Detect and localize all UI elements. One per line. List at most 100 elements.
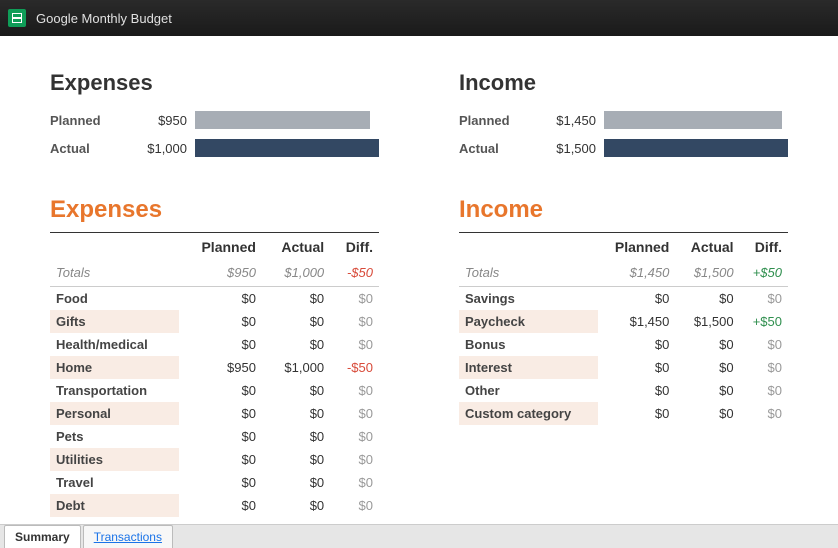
row-actual: $0 — [262, 494, 330, 517]
income-planned-bar — [604, 111, 782, 129]
row-planned: $0 — [179, 402, 262, 425]
income-planned-label: Planned — [459, 113, 549, 128]
expenses-planned-row: Planned $950 — [50, 108, 379, 132]
row-label: Custom category — [459, 402, 598, 425]
income-planned-value: $1,450 — [549, 113, 604, 128]
row-actual: $0 — [262, 402, 330, 425]
sheet-tabs: Summary Transactions — [0, 524, 838, 548]
right-column: Income Planned $1,450 Actual $1,500 Inco… — [459, 70, 788, 517]
row-diff: $0 — [740, 402, 788, 425]
income-actual-value: $1,500 — [549, 141, 604, 156]
table-row[interactable]: Personal$0$0$0 — [50, 402, 379, 425]
row-actual: $0 — [262, 310, 330, 333]
table-row[interactable]: Gifts$0$0$0 — [50, 310, 379, 333]
expenses-actual-label: Actual — [50, 141, 140, 156]
row-actual: $0 — [675, 333, 739, 356]
row-actual: $0 — [675, 379, 739, 402]
expenses-actual-bar — [195, 139, 379, 157]
table-row[interactable]: Savings$0$0$0 — [459, 287, 788, 311]
row-label: Home — [50, 356, 179, 379]
table-row[interactable]: Health/medical$0$0$0 — [50, 333, 379, 356]
divider — [50, 232, 379, 233]
table-row[interactable]: Other$0$0$0 — [459, 379, 788, 402]
income-actual-track — [604, 139, 788, 157]
row-label: Personal — [50, 402, 179, 425]
row-label: Transportation — [50, 379, 179, 402]
row-planned: $0 — [179, 494, 262, 517]
tab-transactions[interactable]: Transactions — [83, 525, 173, 548]
expenses-planned-bar — [195, 111, 370, 129]
row-actual: $1,000 — [262, 356, 330, 379]
row-planned: $0 — [598, 356, 676, 379]
row-diff: $0 — [330, 494, 379, 517]
table-row[interactable]: Interest$0$0$0 — [459, 356, 788, 379]
tab-summary[interactable]: Summary — [4, 525, 81, 548]
table-row[interactable]: Travel$0$0$0 — [50, 471, 379, 494]
table-row[interactable]: Food$0$0$0 — [50, 287, 379, 311]
row-label: Travel — [50, 471, 179, 494]
income-header-row: Planned Actual Diff. — [459, 235, 788, 261]
table-row[interactable]: Custom category$0$0$0 — [459, 402, 788, 425]
expenses-actual-track — [195, 139, 379, 157]
expenses-header-planned: Planned — [179, 235, 262, 261]
totals-label: Totals — [459, 261, 598, 287]
row-diff: $0 — [740, 333, 788, 356]
income-bar-block: Income Planned $1,450 Actual $1,500 — [459, 70, 788, 160]
row-label: Other — [459, 379, 598, 402]
expenses-header-diff: Diff. — [330, 235, 379, 261]
row-label: Debt — [50, 494, 179, 517]
divider — [459, 232, 788, 233]
income-header-planned: Planned — [598, 235, 676, 261]
income-bar-title: Income — [459, 70, 788, 96]
table-row[interactable]: Bonus$0$0$0 — [459, 333, 788, 356]
row-planned: $0 — [179, 310, 262, 333]
titlebar: Google Monthly Budget — [0, 0, 838, 36]
expenses-bar-block: Expenses Planned $950 Actual $1,000 — [50, 70, 379, 160]
row-diff: $0 — [330, 379, 379, 402]
row-planned: $950 — [179, 356, 262, 379]
row-label: Food — [50, 287, 179, 311]
table-row[interactable]: Debt$0$0$0 — [50, 494, 379, 517]
row-diff: $0 — [330, 425, 379, 448]
window-title: Google Monthly Budget — [36, 11, 172, 26]
income-planned-track — [604, 111, 788, 129]
content-area: Expenses Planned $950 Actual $1,000 Expe… — [0, 36, 838, 517]
expenses-planned-value: $950 — [140, 113, 195, 128]
row-label: Interest — [459, 356, 598, 379]
expenses-header-actual: Actual — [262, 235, 330, 261]
totals-row: Totals$1,450$1,500+$50 — [459, 261, 788, 287]
row-planned: $0 — [179, 287, 262, 311]
expenses-actual-value: $1,000 — [140, 141, 195, 156]
row-diff: $0 — [740, 356, 788, 379]
blank-header — [50, 235, 179, 261]
totals-actual: $1,500 — [675, 261, 739, 287]
income-actual-row: Actual $1,500 — [459, 136, 788, 160]
table-row[interactable]: Utilities$0$0$0 — [50, 448, 379, 471]
table-row[interactable]: Paycheck$1,450$1,500+$50 — [459, 310, 788, 333]
table-row[interactable]: Pets$0$0$0 — [50, 425, 379, 448]
row-planned: $1,450 — [598, 310, 676, 333]
row-diff: $0 — [740, 379, 788, 402]
totals-diff: +$50 — [740, 261, 788, 287]
row-planned: $0 — [179, 425, 262, 448]
row-planned: $0 — [598, 379, 676, 402]
row-label: Pets — [50, 425, 179, 448]
row-planned: $0 — [179, 448, 262, 471]
table-row[interactable]: Transportation$0$0$0 — [50, 379, 379, 402]
income-table: Planned Actual Diff. Totals$1,450$1,500+… — [459, 235, 788, 425]
row-diff: $0 — [330, 402, 379, 425]
row-label: Savings — [459, 287, 598, 311]
table-row[interactable]: Home$950$1,000-$50 — [50, 356, 379, 379]
row-actual: $0 — [262, 448, 330, 471]
row-diff: $0 — [330, 287, 379, 311]
row-actual: $0 — [675, 356, 739, 379]
row-diff: -$50 — [330, 356, 379, 379]
totals-planned: $950 — [179, 261, 262, 287]
blank-header — [459, 235, 598, 261]
row-label: Paycheck — [459, 310, 598, 333]
row-actual: $0 — [262, 379, 330, 402]
totals-diff: -$50 — [330, 261, 379, 287]
row-diff: $0 — [330, 333, 379, 356]
expenses-table-title: Expenses — [50, 196, 379, 224]
expenses-header-row: Planned Actual Diff. — [50, 235, 379, 261]
